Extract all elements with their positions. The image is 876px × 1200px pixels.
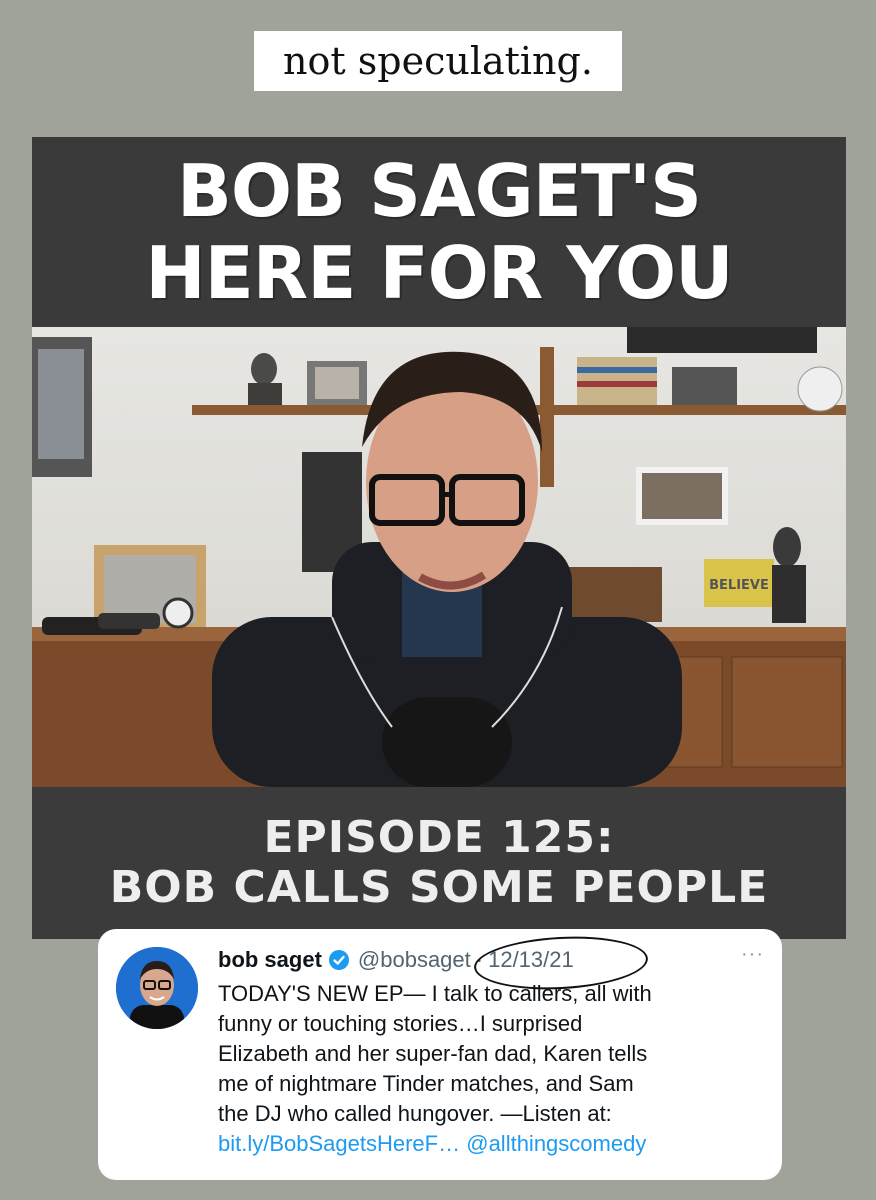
tweet-line: Elizabeth and her super-fan dad, Karen t… [218,1041,648,1066]
tweet-links-line: bit.ly/BobSagetsHereF… @allthingscomedy [218,1129,758,1159]
wooden-box [562,567,662,622]
video-title-line-2: HERE FOR YOU [145,231,733,315]
display-name[interactable]: bob saget [218,947,322,973]
shelf-plate [797,366,843,412]
tweet-line: TODAY'S NEW EP— I talk to callers, all w… [218,981,652,1006]
verified-badge-icon [328,949,350,971]
video-scene-illustration: BELIEVE [32,327,846,787]
shelf-figurine-base [248,383,282,405]
tweet-body: TODAY'S NEW EP— I talk to callers, all w… [218,979,758,1159]
caption-text: not speculating. [283,39,593,83]
shelf-photo [315,367,359,399]
shelf-bracket [540,347,554,487]
speaker [162,597,194,629]
episode-band: EPISODE 125: BOB CALLS SOME PEOPLE [32,787,846,939]
avatar[interactable] [116,947,198,1029]
top-right-frame [627,327,817,353]
tweet-line: the DJ who called hungover. —Listen at: [218,1101,612,1126]
video-title-line-1: BOB SAGET'S [177,149,702,233]
video-thumbnail[interactable]: BOB SAGET'S HERE FOR YOU BELIEVE EPISODE… [32,137,846,939]
wall-picture [38,349,84,459]
tweet-line: funny or touching stories…I surprised [218,1011,583,1036]
video-scene: BELIEVE [32,327,846,787]
tweet-line: me of nightmare Tinder matches, and Sam [218,1071,634,1096]
shelf-photo-frame-2 [672,367,737,405]
date-wrap[interactable]: 12/13/21 [472,932,650,994]
caption-sticker: not speculating. [254,31,622,91]
tweet-link[interactable]: bit.ly/BobSagetsHereF… [218,1131,460,1156]
shelf-figurine [251,353,277,385]
believe-sign-text: BELIEVE [709,578,769,593]
statue [773,527,801,567]
video-title-band: BOB SAGET'S HERE FOR YOU [32,137,846,327]
episode-line-2: BOB CALLS SOME PEOPLE [109,862,769,913]
tweet-card[interactable]: bob saget @bobsaget · 12/13/21 ··· TODAY… [98,929,782,1180]
microphone [382,697,512,787]
more-options-icon[interactable]: ··· [741,943,764,966]
handle[interactable]: @bobsaget [358,947,471,973]
episode-line-1: EPISODE 125: [263,812,615,863]
avatar-portrait [116,947,198,1029]
mention-link[interactable]: @allthingscomedy [466,1131,646,1156]
tweet-header: bob saget @bobsaget · 12/13/21 [218,932,762,994]
